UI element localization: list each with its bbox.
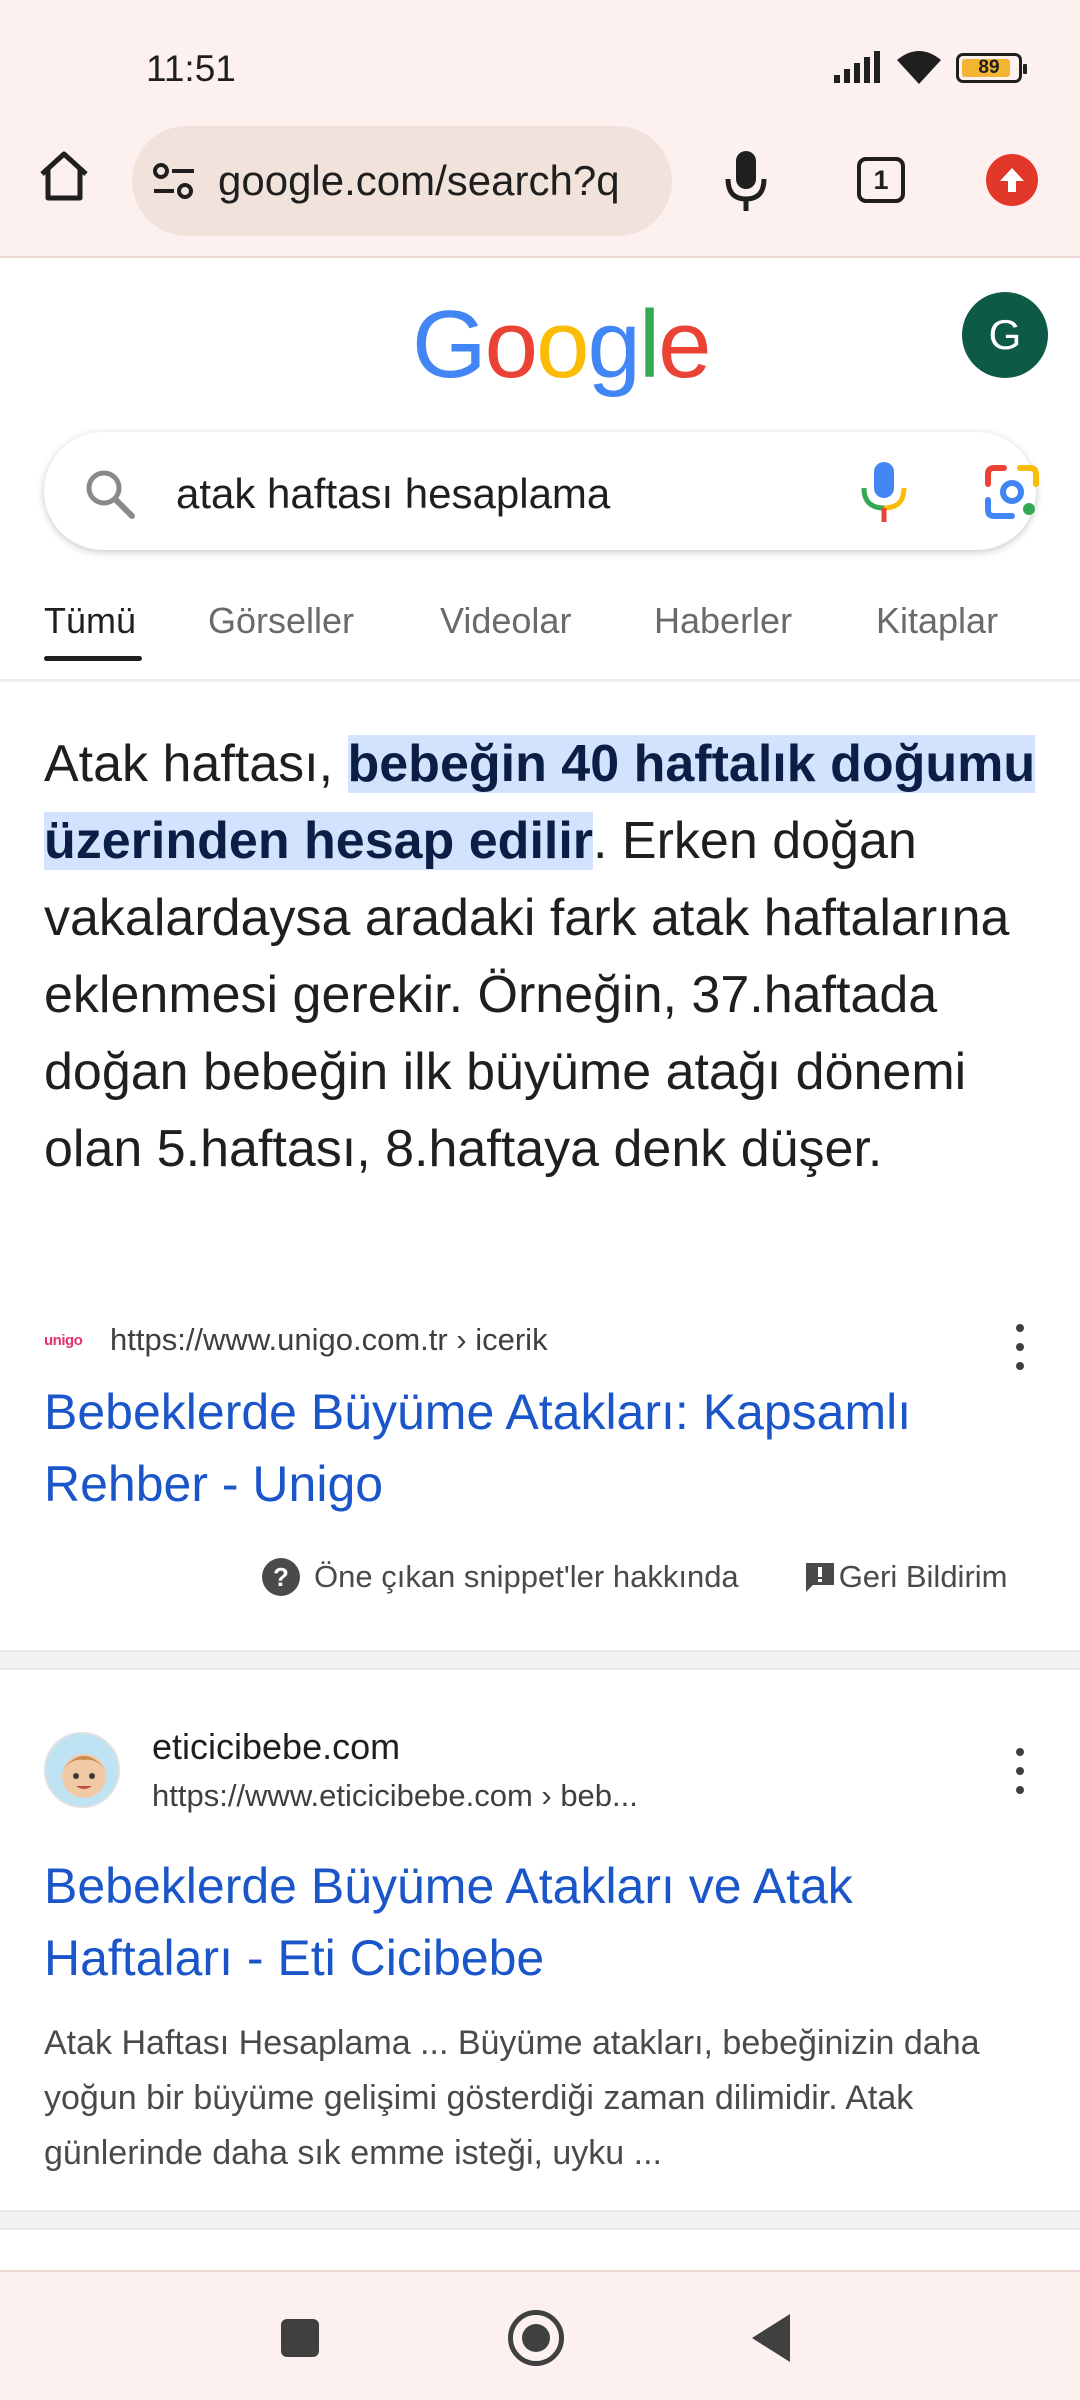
result-divider <box>0 1650 1080 1670</box>
search-icon <box>86 470 135 519</box>
battery-icon: 89 <box>956 53 1027 83</box>
result-url[interactable]: https://www.unigo.com.tr › icerik <box>110 1322 548 1358</box>
more-options-icon[interactable] <box>1010 1748 1030 1794</box>
result-title-link[interactable]: Bebeklerde Büyüme Atakları: Kapsamlı Reh… <box>44 1376 1044 1520</box>
address-bar[interactable]: google.com/search?q <box>132 126 672 236</box>
eticicibebe-favicon <box>44 1732 120 1808</box>
google-logo-letter: g <box>587 291 640 398</box>
microphone-icon <box>725 151 767 211</box>
result-divider <box>0 2210 1080 2230</box>
help-icon[interactable]: ? <box>262 1558 300 1596</box>
back-icon[interactable] <box>752 2314 790 2362</box>
home-icon <box>40 151 88 201</box>
open-tabs-count: 1 <box>873 164 889 195</box>
result-url[interactable]: https://www.eticicibebe.com › beb... <box>152 1778 638 1814</box>
featured-snippet-text: Atak haftası, bebeğin 40 haftalık doğumu… <box>44 726 1044 1188</box>
feedback-icon[interactable] <box>803 1560 837 1594</box>
google-logo-letter: o <box>536 291 589 398</box>
google-logo-letter: o <box>484 291 538 398</box>
google-logo-letter: l <box>638 291 660 398</box>
active-tab-indicator <box>44 656 142 661</box>
about-snippets-link[interactable]: Öne çıkan snippet'ler hakkında <box>314 1559 739 1595</box>
baby-face-icon <box>46 1734 118 1806</box>
avatar-letter: G <box>988 311 1022 358</box>
update-button[interactable] <box>986 154 1038 206</box>
more-options-icon[interactable] <box>1010 1324 1030 1370</box>
tab-news[interactable]: Haberler <box>654 600 792 642</box>
status-time: 11:51 <box>146 48 236 89</box>
signal-icon <box>834 51 880 83</box>
system-navigation-bar <box>0 2270 1080 2400</box>
result-source[interactable]: unigo https://www.unigo.com.tr › icerik <box>44 1322 548 1358</box>
home-button[interactable] <box>36 148 92 204</box>
google-logo[interactable]: Google <box>412 290 712 400</box>
tab-images[interactable]: Görseller <box>208 600 354 642</box>
home-icon[interactable] <box>508 2310 564 2366</box>
snippet-footer: ? Öne çıkan snippet'ler hakkında Geri Bi… <box>262 1558 1007 1596</box>
site-info-button[interactable] <box>150 157 198 205</box>
status-icons: 89 <box>832 50 1027 86</box>
google-logo-letter: e <box>658 291 711 398</box>
search-tabs: Tümü Görseller Videolar Haberler Kitapla… <box>0 590 1080 682</box>
account-avatar[interactable]: G <box>962 292 1048 378</box>
address-url[interactable]: google.com/search?q <box>218 157 620 205</box>
voice-search-icon[interactable] <box>854 460 914 526</box>
result-description: Atak Haftası Hesaplama ... Büyüme atakla… <box>44 2024 980 2172</box>
result-title-link[interactable]: Bebeklerde Büyüme Atakları ve Atak Hafta… <box>44 1850 1044 1994</box>
search-box[interactable]: atak haftası hesaplama <box>44 432 1039 550</box>
unigo-favicon: unigo <box>44 1331 83 1349</box>
tab-switcher-button[interactable]: 1 <box>857 157 905 203</box>
tab-videos[interactable]: Videolar <box>440 600 571 642</box>
google-lens-icon[interactable] <box>982 462 1042 522</box>
wifi-icon <box>897 51 941 84</box>
tune-icon <box>153 163 194 199</box>
battery-percent: 89 <box>978 57 1000 78</box>
tab-all[interactable]: Tümü <box>44 600 136 642</box>
update-icon <box>1000 168 1024 192</box>
feedback-link[interactable]: Geri Bildirim <box>839 1559 1008 1595</box>
search-input[interactable]: atak haftası hesaplama <box>176 470 610 518</box>
recents-icon[interactable] <box>281 2319 319 2357</box>
snippet-text-before: Atak haftası, <box>44 735 348 793</box>
result-site-name[interactable]: eticicibebe.com <box>152 1726 400 1768</box>
voice-button[interactable] <box>718 148 774 214</box>
google-logo-letter: G <box>412 291 487 398</box>
browser-top-bar: 11:51 89 google.com/search?q 1 <box>0 0 1080 258</box>
tab-books[interactable]: Kitaplar <box>876 600 998 642</box>
